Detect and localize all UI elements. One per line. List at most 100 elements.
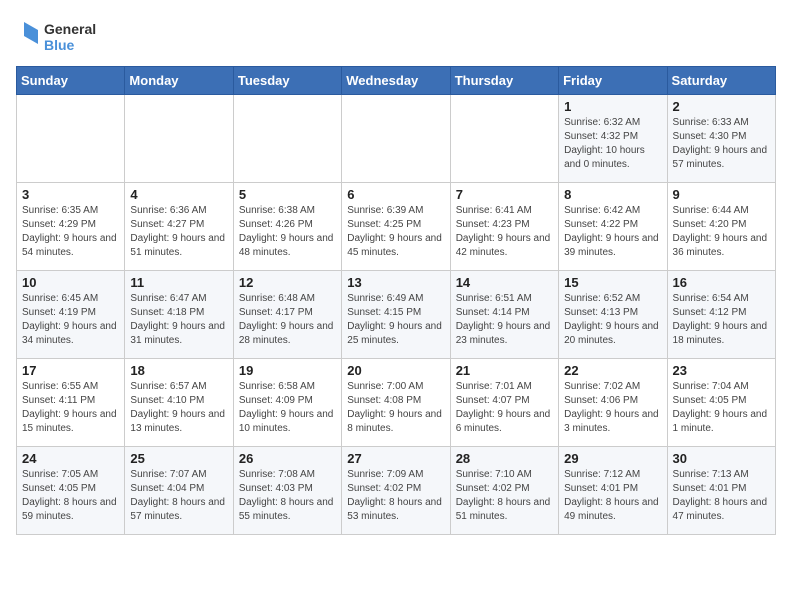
day-info: Sunrise: 7:07 AM Sunset: 4:04 PM Dayligh… — [130, 468, 227, 524]
calendar-cell: 19Sunrise: 6:58 AM Sunset: 4:09 PM Dayli… — [233, 359, 341, 447]
calendar-cell — [450, 95, 558, 183]
logo: General Blue — [16, 16, 106, 58]
day-info: Sunrise: 7:10 AM Sunset: 4:02 PM Dayligh… — [456, 468, 553, 524]
calendar-cell: 3 Sunrise: 6:35 AM Sunset: 4:29 PM Daylig… — [17, 183, 125, 271]
day-info: Sunrise: 7:01 AM Sunset: 4:07 PM Dayligh… — [456, 380, 553, 436]
day-info: Sunrise: 7:04 AM Sunset: 4:05 PM Dayligh… — [673, 380, 770, 436]
header-day-wednesday: Wednesday — [342, 67, 450, 95]
week-row-4: 24 Sunrise: 7:05 AM Sunset: 4:05 PM Dayli… — [17, 447, 776, 535]
calendar-table: SundayMondayTuesdayWednesdayThursdayFrid… — [16, 66, 776, 535]
day-number: 4 — [130, 187, 227, 202]
day-info: Sunrise: 6:49 AM Sunset: 4:15 PM Dayligh… — [347, 292, 444, 348]
week-row-3: 17 Sunrise: 6:55 AM Sunset: 4:11 PM Dayli… — [17, 359, 776, 447]
calendar-cell: 5 Sunrise: 6:38 AM Sunset: 4:26 PM Daylig… — [233, 183, 341, 271]
day-number: 16 — [673, 275, 770, 290]
calendar-cell: 28 Sunrise: 7:10 AM Sunset: 4:02 PM Dayli… — [450, 447, 558, 535]
calendar-cell — [125, 95, 233, 183]
calendar-cell: 1 Sunrise: 6:32 AM Sunset: 4:32 PM Daylig… — [559, 95, 667, 183]
calendar-cell: 27 Sunrise: 7:09 AM Sunset: 4:02 PM Dayli… — [342, 447, 450, 535]
calendar-cell: 21 Sunrise: 7:01 AM Sunset: 4:07 PM Dayli… — [450, 359, 558, 447]
calendar-cell: 11 Sunrise: 6:47 AM Sunset: 4:18 PM Dayli… — [125, 271, 233, 359]
day-info: Sunrise: 6:55 AM Sunset: 4:11 PM Dayligh… — [22, 380, 119, 436]
day-info: Sunrise: 6:48 AM Sunset: 4:17 PM Dayligh… — [239, 292, 336, 348]
day-info: Sunrise: 6:47 AM Sunset: 4:18 PM Dayligh… — [130, 292, 227, 348]
day-info: Sunrise: 7:08 AM Sunset: 4:03 PM Dayligh… — [239, 468, 336, 524]
day-number: 1 — [564, 99, 661, 114]
day-info: Sunrise: 6:45 AM Sunset: 4:19 PM Dayligh… — [22, 292, 119, 348]
day-number: 12 — [239, 275, 336, 290]
calendar-cell: 8 Sunrise: 6:42 AM Sunset: 4:22 PM Daylig… — [559, 183, 667, 271]
day-number: 29 — [564, 451, 661, 466]
day-info: Sunrise: 7:05 AM Sunset: 4:05 PM Dayligh… — [22, 468, 119, 524]
day-number: 18 — [130, 363, 227, 378]
calendar-cell: 25 Sunrise: 7:07 AM Sunset: 4:04 PM Dayli… — [125, 447, 233, 535]
day-number: 7 — [456, 187, 553, 202]
week-row-2: 10Sunrise: 6:45 AM Sunset: 4:19 PM Dayli… — [17, 271, 776, 359]
day-number: 25 — [130, 451, 227, 466]
day-info: Sunrise: 6:44 AM Sunset: 4:20 PM Dayligh… — [673, 204, 770, 260]
day-number: 2 — [673, 99, 770, 114]
day-info: Sunrise: 7:13 AM Sunset: 4:01 PM Dayligh… — [673, 468, 770, 524]
day-number: 21 — [456, 363, 553, 378]
day-info: Sunrise: 6:33 AM Sunset: 4:30 PM Dayligh… — [673, 116, 770, 172]
day-number: 30 — [673, 451, 770, 466]
day-info: Sunrise: 6:36 AM Sunset: 4:27 PM Dayligh… — [130, 204, 227, 260]
page-header: General Blue — [16, 16, 776, 58]
day-info: Sunrise: 6:58 AM Sunset: 4:09 PM Dayligh… — [239, 380, 336, 436]
day-number: 17 — [22, 363, 119, 378]
calendar-cell: 17 Sunrise: 6:55 AM Sunset: 4:11 PM Dayli… — [17, 359, 125, 447]
calendar-cell: 10Sunrise: 6:45 AM Sunset: 4:19 PM Dayli… — [17, 271, 125, 359]
day-info: Sunrise: 7:09 AM Sunset: 4:02 PM Dayligh… — [347, 468, 444, 524]
day-number: 5 — [239, 187, 336, 202]
day-number: 14 — [456, 275, 553, 290]
calendar-cell: 14 Sunrise: 6:51 AM Sunset: 4:14 PM Dayli… — [450, 271, 558, 359]
calendar-header: SundayMondayTuesdayWednesdayThursdayFrid… — [17, 67, 776, 95]
calendar-cell — [233, 95, 341, 183]
day-number: 28 — [456, 451, 553, 466]
calendar-cell: 12 Sunrise: 6:48 AM Sunset: 4:17 PM Dayli… — [233, 271, 341, 359]
calendar-cell: 6Sunrise: 6:39 AM Sunset: 4:25 PM Daylig… — [342, 183, 450, 271]
day-info: Sunrise: 6:51 AM Sunset: 4:14 PM Dayligh… — [456, 292, 553, 348]
day-number: 3 — [22, 187, 119, 202]
day-number: 27 — [347, 451, 444, 466]
day-info: Sunrise: 7:12 AM Sunset: 4:01 PM Dayligh… — [564, 468, 661, 524]
calendar-cell: 16Sunrise: 6:54 AM Sunset: 4:12 PM Dayli… — [667, 271, 775, 359]
svg-text:General: General — [44, 21, 96, 37]
day-info: Sunrise: 6:41 AM Sunset: 4:23 PM Dayligh… — [456, 204, 553, 260]
calendar-cell: 7 Sunrise: 6:41 AM Sunset: 4:23 PM Daylig… — [450, 183, 558, 271]
calendar-cell: 22 Sunrise: 7:02 AM Sunset: 4:06 PM Dayli… — [559, 359, 667, 447]
svg-text:Blue: Blue — [44, 37, 75, 53]
calendar-cell — [342, 95, 450, 183]
week-row-1: 3 Sunrise: 6:35 AM Sunset: 4:29 PM Daylig… — [17, 183, 776, 271]
calendar-cell: 29 Sunrise: 7:12 AM Sunset: 4:01 PM Dayli… — [559, 447, 667, 535]
header-day-saturday: Saturday — [667, 67, 775, 95]
day-number: 23 — [673, 363, 770, 378]
day-info: Sunrise: 6:52 AM Sunset: 4:13 PM Dayligh… — [564, 292, 661, 348]
day-number: 22 — [564, 363, 661, 378]
calendar-cell: 20Sunrise: 7:00 AM Sunset: 4:08 PM Dayli… — [342, 359, 450, 447]
calendar-body: 1 Sunrise: 6:32 AM Sunset: 4:32 PM Daylig… — [17, 95, 776, 535]
day-info: Sunrise: 6:42 AM Sunset: 4:22 PM Dayligh… — [564, 204, 661, 260]
day-info: Sunrise: 6:35 AM Sunset: 4:29 PM Dayligh… — [22, 204, 119, 260]
header-day-friday: Friday — [559, 67, 667, 95]
week-row-0: 1 Sunrise: 6:32 AM Sunset: 4:32 PM Daylig… — [17, 95, 776, 183]
calendar-cell: 9Sunrise: 6:44 AM Sunset: 4:20 PM Daylig… — [667, 183, 775, 271]
day-info: Sunrise: 7:02 AM Sunset: 4:06 PM Dayligh… — [564, 380, 661, 436]
calendar-cell: 26 Sunrise: 7:08 AM Sunset: 4:03 PM Dayli… — [233, 447, 341, 535]
day-number: 20 — [347, 363, 444, 378]
day-number: 26 — [239, 451, 336, 466]
calendar-cell: 18Sunrise: 6:57 AM Sunset: 4:10 PM Dayli… — [125, 359, 233, 447]
day-number: 15 — [564, 275, 661, 290]
calendar-cell: 4 Sunrise: 6:36 AM Sunset: 4:27 PM Daylig… — [125, 183, 233, 271]
calendar-cell: 24 Sunrise: 7:05 AM Sunset: 4:05 PM Dayli… — [17, 447, 125, 535]
calendar-cell: 23 Sunrise: 7:04 AM Sunset: 4:05 PM Dayli… — [667, 359, 775, 447]
calendar-cell: 15 Sunrise: 6:52 AM Sunset: 4:13 PM Dayli… — [559, 271, 667, 359]
day-number: 8 — [564, 187, 661, 202]
day-info: Sunrise: 6:32 AM Sunset: 4:32 PM Dayligh… — [564, 116, 661, 172]
day-info: Sunrise: 6:38 AM Sunset: 4:26 PM Dayligh… — [239, 204, 336, 260]
calendar-cell: 13Sunrise: 6:49 AM Sunset: 4:15 PM Dayli… — [342, 271, 450, 359]
header-day-sunday: Sunday — [17, 67, 125, 95]
day-number: 11 — [130, 275, 227, 290]
day-number: 24 — [22, 451, 119, 466]
day-info: Sunrise: 6:39 AM Sunset: 4:25 PM Dayligh… — [347, 204, 444, 260]
